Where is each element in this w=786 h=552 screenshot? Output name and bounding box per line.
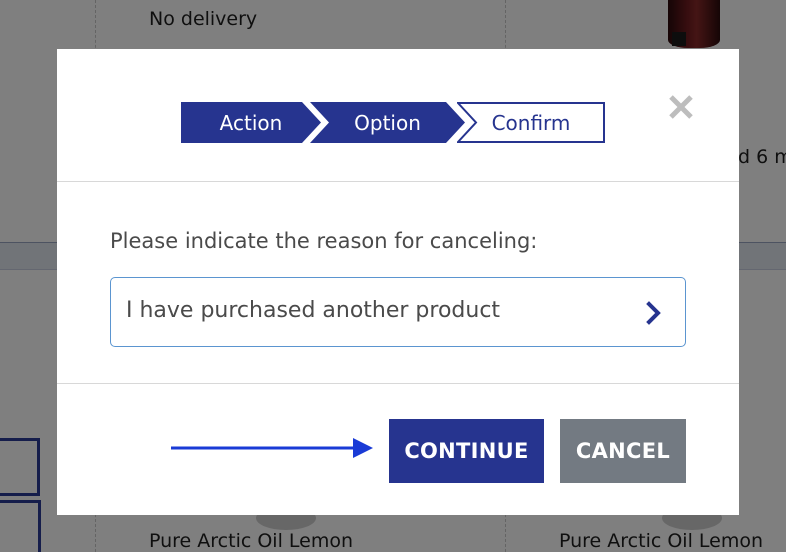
step-action: Action <box>181 102 321 143</box>
step-option: Option <box>310 102 465 143</box>
step-label: Option <box>354 110 421 135</box>
cancel-button[interactable]: CANCEL <box>560 419 686 483</box>
reason-prompt: Please indicate the reason for canceling… <box>110 229 538 253</box>
step-label: Action <box>219 110 283 135</box>
continue-button[interactable]: CONTINUE <box>389 419 544 483</box>
reason-select-value: I have purchased another product <box>126 298 501 323</box>
cancel-reason-dialog: Action Option Confirm Please indicate th… <box>57 49 739 515</box>
close-icon[interactable] <box>663 89 699 125</box>
divider <box>57 181 739 182</box>
step-confirm: Confirm <box>457 102 605 143</box>
divider <box>57 383 739 384</box>
step-label: Confirm <box>491 110 571 135</box>
chevron-right-icon <box>643 300 665 326</box>
reason-select[interactable]: I have purchased another product <box>110 277 686 347</box>
arrow-icon <box>171 436 377 460</box>
